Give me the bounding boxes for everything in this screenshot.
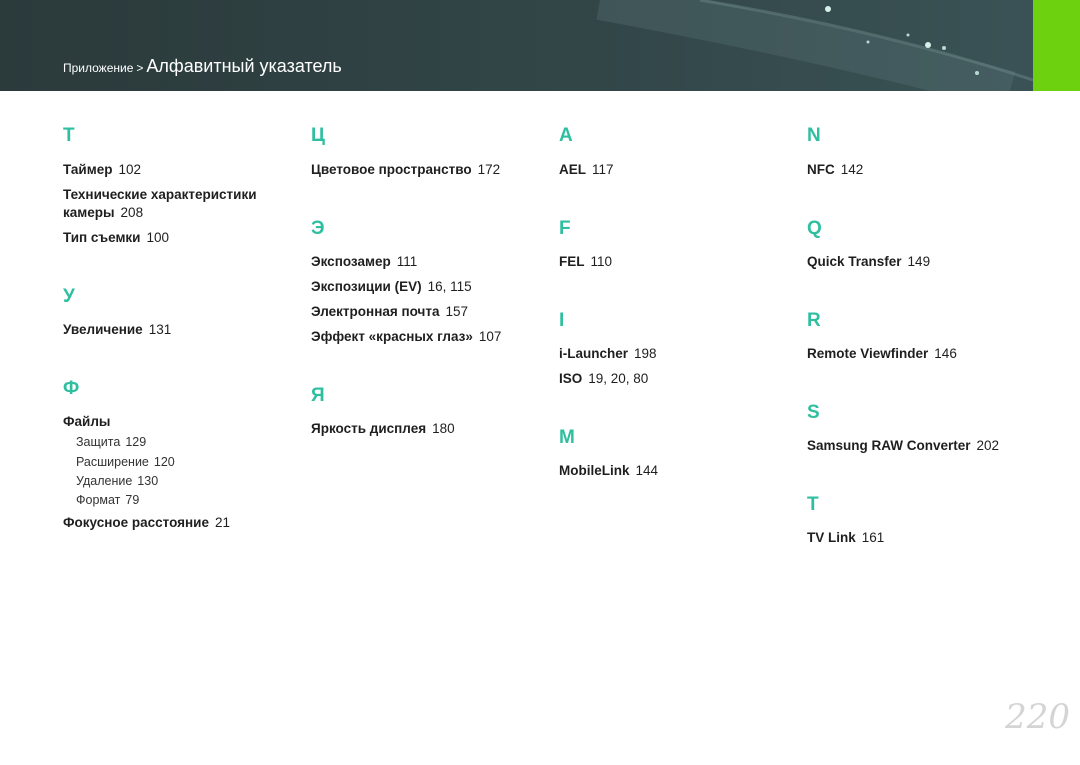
index-entry[interactable]: TV Link 161 xyxy=(807,529,884,547)
index-letter: S xyxy=(807,402,820,423)
index-entry[interactable]: i-Launcher 198 xyxy=(559,345,657,363)
index-entry[interactable]: Фокусное расстояние 21 xyxy=(63,514,230,532)
index-letter: Ц xyxy=(311,125,325,146)
index-entry[interactable]: FEL 110 xyxy=(559,253,612,271)
index-subentry[interactable]: Защита 129 xyxy=(76,435,146,449)
index-entry[interactable]: камеры 208 xyxy=(63,204,143,222)
index-letter: T xyxy=(807,494,819,515)
index-entry[interactable]: Экспозиции (EV) 16, 115 xyxy=(311,278,472,296)
index-entry[interactable]: Quick Transfer 149 xyxy=(807,253,930,271)
index-entry: Технические характеристики xyxy=(63,187,257,202)
index-letter: Ф xyxy=(63,378,80,399)
index-entry[interactable]: Тип съемки 100 xyxy=(63,229,169,247)
index-entry[interactable]: Экспозамер 111 xyxy=(311,253,417,271)
index-subentry[interactable]: Формат 79 xyxy=(76,493,139,507)
index-entry[interactable]: Remote Viewfinder 146 xyxy=(807,345,957,363)
index-entry[interactable]: Электронная почта 157 xyxy=(311,303,468,321)
index-entry[interactable]: Увеличение 131 xyxy=(63,321,171,339)
breadcrumb-separator: > xyxy=(136,61,144,75)
index-letter: M xyxy=(559,427,575,448)
header-decoration xyxy=(596,0,1034,91)
index-entry[interactable]: Цветовое пространство 172 xyxy=(311,161,500,179)
index-entry[interactable]: Яркость дисплея 180 xyxy=(311,420,455,438)
index-letter: N xyxy=(807,125,821,146)
index-letter: У xyxy=(63,286,75,307)
index-entry[interactable]: Samsung RAW Converter 202 xyxy=(807,437,999,455)
index-subentry[interactable]: Удаление 130 xyxy=(76,474,158,488)
page-number: 220 xyxy=(1005,697,1070,737)
index-entry[interactable]: NFC 142 xyxy=(807,161,863,179)
index-entry[interactable]: MobileLink 144 xyxy=(559,462,658,480)
index-entry[interactable]: Таймер 102 xyxy=(63,161,141,179)
index-letter: Т xyxy=(63,125,75,146)
index-subentry[interactable]: Расширение 120 xyxy=(76,455,175,469)
index-entry: Файлы xyxy=(63,414,111,429)
index-letter: Я xyxy=(311,385,325,406)
index-letter: A xyxy=(559,125,573,146)
breadcrumb: Приложение > Алфавитный указатель xyxy=(63,56,342,77)
chapter-tab xyxy=(1033,0,1080,91)
page-header: Приложение > Алфавитный указатель xyxy=(0,0,1080,91)
index-entry[interactable]: ISO 19, 20, 80 xyxy=(559,370,648,388)
index-entry[interactable]: AEL 117 xyxy=(559,161,614,179)
index-letter: Q xyxy=(807,218,822,239)
page-title: Алфавитный указатель xyxy=(146,56,342,76)
breadcrumb-section[interactable]: Приложение xyxy=(63,61,133,75)
index-letter: Э xyxy=(311,218,325,239)
index-letter: F xyxy=(559,218,571,239)
index-letter: R xyxy=(807,310,821,331)
index-letter: I xyxy=(559,310,565,331)
index-entry[interactable]: Эффект «красных глаз» 107 xyxy=(311,328,501,346)
